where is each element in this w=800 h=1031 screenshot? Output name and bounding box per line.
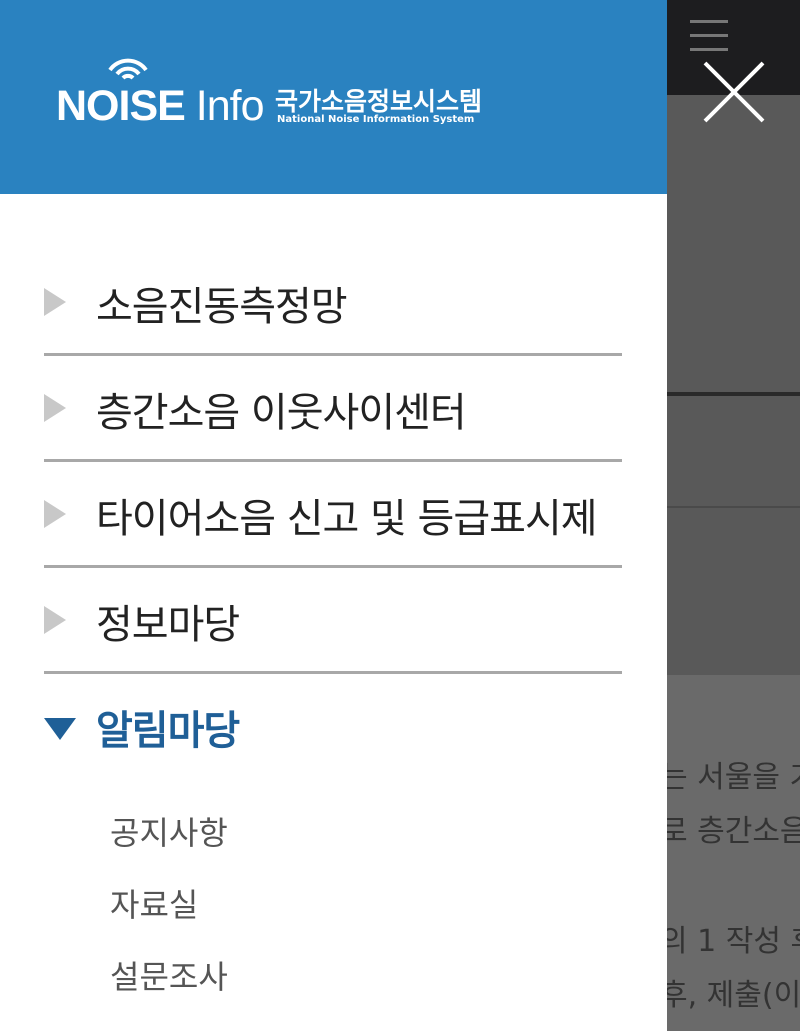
logo-wordmark-bold: NOISE xyxy=(56,82,186,130)
hamburger-icon xyxy=(690,20,730,60)
menu-item-label: 타이어소음 신고 및 등급표시제 xyxy=(96,496,598,542)
submenu-item-library[interactable]: 자료실 xyxy=(110,880,228,952)
triangle-right-icon xyxy=(44,288,66,316)
background-text: 의 1 작성 후 xyxy=(660,924,800,959)
submenu-item-notices[interactable]: 공지사항 xyxy=(110,808,228,880)
menu-item-neighbor-center[interactable]: 층간소음 이웃사이센터 xyxy=(44,356,622,462)
menu-item-tire-noise[interactable]: 타이어소음 신고 및 등급표시제 xyxy=(44,462,622,568)
menu-item-info[interactable]: 정보마당 xyxy=(44,568,622,674)
menu-item-notice[interactable]: 알림마당 xyxy=(44,674,622,764)
logo-wordmark-light: Info xyxy=(195,82,265,130)
main-menu: 소음진동측정망 층간소음 이웃사이센터 타이어소음 신고 및 등급표시제 정보마… xyxy=(44,250,622,764)
triangle-right-icon xyxy=(44,394,66,422)
logo[interactable]: NOISE Info 국가소음정보시스템 National Noise Info… xyxy=(56,50,496,140)
background-text: 후, 제출(이 xyxy=(660,978,800,1013)
drawer-header: NOISE Info 국가소음정보시스템 National Noise Info… xyxy=(0,0,667,194)
logo-korean-title: 국가소음정보시스템 xyxy=(275,87,483,116)
triangle-down-icon xyxy=(44,718,76,740)
menu-item-noise-network[interactable]: 소음진동측정망 xyxy=(44,250,622,356)
logo-wordmark: NOISE Info xyxy=(56,82,264,131)
close-icon[interactable] xyxy=(700,58,770,128)
menu-item-label: 정보마당 xyxy=(96,602,240,648)
menu-item-label: 알림마당 xyxy=(96,708,240,754)
wifi-icon xyxy=(108,58,148,80)
background-text: 는 서울을 기 xyxy=(660,760,800,795)
menu-item-label: 소음진동측정망 xyxy=(96,284,348,330)
background-text: 로 층간소음 xyxy=(660,814,800,849)
menu-item-label: 층간소음 이웃사이센터 xyxy=(96,390,467,436)
submenu-item-survey[interactable]: 설문조사 xyxy=(110,952,228,1024)
triangle-right-icon xyxy=(44,500,66,528)
triangle-right-icon xyxy=(44,606,66,634)
submenu: 공지사항 자료실 설문조사 xyxy=(110,808,228,1024)
side-drawer: NOISE Info 국가소음정보시스템 National Noise Info… xyxy=(0,0,667,1031)
logo-english-title: National Noise Information System xyxy=(277,114,475,125)
